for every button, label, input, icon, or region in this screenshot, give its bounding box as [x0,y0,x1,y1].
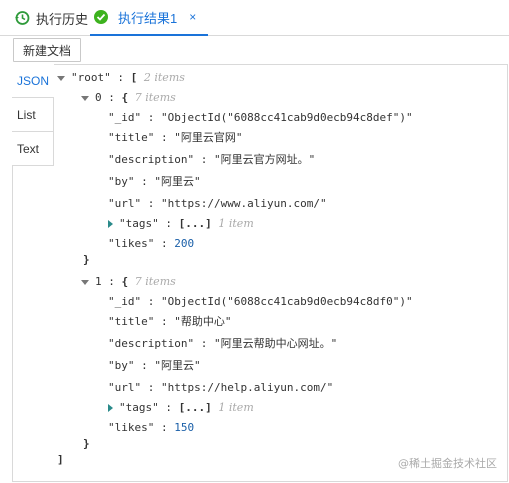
field-row: "title" : "阿里云官网" [108,131,243,144]
expand-arrow-icon[interactable] [108,220,113,228]
field-value: [...] [178,401,212,414]
field-row: "by" : "阿里云" [108,359,201,372]
field-key: "url" [108,197,142,210]
field-value: "https://www.aliyun.com/" [161,197,327,210]
field-row: "url" : "https://help.aliyun.com/" [108,381,334,394]
field-row: "title" : "帮助中心" [108,315,232,328]
field-key: "description" [108,337,195,350]
field-key: "_id" [108,295,142,308]
field-count: 1 item [218,217,254,230]
field-value: "阿里云帮助中心网址。" [213,337,338,350]
root-close-bracket: ] [57,453,64,466]
root-open-bracket: [ [130,71,138,84]
doc-row-0[interactable]: 0 : { 7 items [81,88,176,108]
field-key: "title" [108,315,155,328]
field-value: "阿里云" [154,359,201,372]
tree-root-row[interactable]: "root" : [ 2 items [57,68,185,88]
doc-index: 1 [95,275,102,288]
field-row: "likes" : 200 [108,237,195,250]
expand-arrow-icon[interactable] [108,404,113,412]
field-count: 1 item [218,401,254,414]
field-key: "title" [108,131,155,144]
field-key: "url" [108,381,142,394]
close-brace: } [83,253,90,266]
field-row: "by" : "阿里云" [108,175,201,188]
collapse-arrow-icon[interactable] [57,75,65,81]
colon: : [117,71,124,84]
tab-result-label: 执行结果1 [118,10,178,26]
field-row-tags[interactable]: "tags" : [...] 1 item [108,398,254,418]
history-icon [15,11,30,25]
field-row: "url" : "https://www.aliyun.com/" [108,197,327,210]
field-value: "帮助中心" [174,315,232,328]
field-key: "likes" [108,237,155,250]
doc-count: 7 items [134,91,176,104]
tab-json[interactable]: JSON [12,64,54,98]
field-value: "阿里云" [154,175,201,188]
field-key: "tags" [119,401,159,414]
field-value: "ObjectId("6088cc41cab9d0ecb94c8df0")" [161,295,413,308]
doc-index: 0 [95,91,102,104]
tab-execution-result[interactable]: 执行结果1 × [90,0,208,36]
field-value: 200 [174,237,195,250]
close-icon[interactable]: × [189,10,196,24]
view-mode-tabs: JSON List Text [12,64,54,166]
tab-history-label: 执行历史 [36,11,89,27]
field-key: "description" [108,153,195,166]
field-value: "阿里云官网" [174,131,243,144]
field-row: "_id" : "ObjectId("6088cc41cab9d0ecb94c8… [108,111,413,124]
field-row-tags[interactable]: "tags" : [...] 1 item [108,214,254,234]
field-value: "ObjectId("6088cc41cab9d0ecb94c8def")" [161,111,413,124]
root-count: 2 items [143,71,185,84]
field-value: "https://help.aliyun.com/" [161,381,334,394]
doc-count: 7 items [134,275,176,288]
doc-row-1[interactable]: 1 : { 7 items [81,272,176,292]
tab-bar: 执行历史 执行结果1 × [0,0,509,36]
field-value: "阿里云官方网址。" [213,153,316,166]
open-brace: { [121,91,129,104]
field-row: "description" : "阿里云帮助中心网址。" [108,337,338,350]
tab-execution-history[interactable]: 执行历史 [14,0,88,36]
colon: : [108,91,115,104]
open-brace: { [121,275,129,288]
watermark: @稀土掘金技术社区 [398,457,497,470]
field-row: "_id" : "ObjectId("6088cc41cab9d0ecb94c8… [108,295,413,308]
field-row: "description" : "阿里云官方网址。" [108,153,316,166]
tab-text[interactable]: Text [12,132,54,166]
field-key: "tags" [119,217,159,230]
collapse-arrow-icon[interactable] [81,279,89,285]
field-value: [...] [178,217,212,230]
field-value: 150 [174,421,195,434]
success-check-icon [94,10,108,24]
field-key: "_id" [108,111,142,124]
tab-list[interactable]: List [12,98,54,132]
field-key: "likes" [108,421,155,434]
close-brace: } [83,437,90,450]
root-key: "root" [71,71,111,84]
field-row: "likes" : 150 [108,421,195,434]
field-key: "by" [108,175,135,188]
new-document-button[interactable]: 新建文档 [13,38,82,62]
collapse-arrow-icon[interactable] [81,95,89,101]
colon: : [108,275,115,288]
field-key: "by" [108,359,135,372]
